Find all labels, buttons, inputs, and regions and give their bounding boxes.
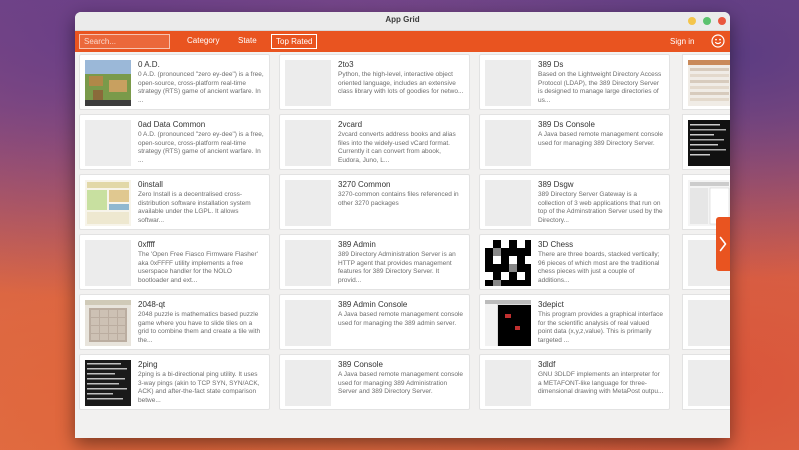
app-card[interactable]: 389 Console A Java based remote manageme… bbox=[279, 354, 470, 410]
app-card[interactable]: 0 A.D. 0 A.D. (pronounced "zero ey-dee")… bbox=[79, 54, 270, 110]
app-name: 389 Dsgw bbox=[538, 180, 574, 189]
app-card[interactable]: 3dldf GNU 3DLDF implements an interprete… bbox=[479, 354, 670, 410]
app-thumbnail bbox=[85, 360, 131, 406]
app-card-partial[interactable] bbox=[682, 114, 730, 170]
app-thumbnail bbox=[688, 300, 730, 346]
app-name: 389 Admin Console bbox=[338, 300, 408, 309]
app-name: 0xffff bbox=[138, 240, 155, 249]
app-description: 2048 puzzle is mathematics based puzzle … bbox=[138, 311, 261, 344]
next-page-button[interactable] bbox=[716, 217, 730, 271]
app-name: 2vcard bbox=[338, 120, 363, 129]
app-description: GNU 3DLDF implements an interpreter for … bbox=[538, 371, 664, 395]
app-description: 0 A.D. (pronounced "zero ey-dee") is a f… bbox=[138, 131, 264, 164]
app-thumbnail bbox=[85, 300, 131, 346]
category-button[interactable]: Category bbox=[183, 34, 223, 49]
app-name: 389 Console bbox=[338, 360, 383, 369]
smiley-icon[interactable] bbox=[711, 34, 725, 48]
app-thumbnail bbox=[85, 240, 131, 286]
app-card[interactable]: 2to3 Python, the high-level, interactive… bbox=[279, 54, 470, 110]
app-card[interactable]: 389 Ds Console A Java based remote manag… bbox=[479, 114, 670, 170]
app-name: 0ad Data Common bbox=[138, 120, 206, 129]
app-description: Python, the high-level, interactive obje… bbox=[338, 71, 464, 95]
app-thumbnail bbox=[688, 120, 730, 166]
app-name: 2to3 bbox=[338, 60, 354, 69]
app-description: A Java based remote management console u… bbox=[338, 311, 464, 327]
app-card[interactable]: 389 Admin Console A Java based remote ma… bbox=[279, 294, 470, 350]
app-name: 3depict bbox=[538, 300, 564, 309]
app-name: 2ping bbox=[138, 360, 158, 369]
app-thumbnail bbox=[285, 120, 331, 166]
app-description: 389 Directory Server Gateway is a collec… bbox=[538, 191, 663, 224]
app-thumbnail bbox=[485, 120, 531, 166]
app-description: 2vcard converts address books and alias … bbox=[338, 131, 456, 164]
app-grid: 0 A.D. 0 A.D. (pronounced "zero ey-dee")… bbox=[75, 52, 730, 438]
app-thumbnail bbox=[285, 240, 331, 286]
minimize-button[interactable] bbox=[688, 17, 696, 25]
state-button[interactable]: State bbox=[234, 34, 261, 49]
app-thumbnail bbox=[688, 360, 730, 406]
app-card[interactable]: 2vcard 2vcard converts address books and… bbox=[279, 114, 470, 170]
app-thumbnail bbox=[85, 120, 131, 166]
title-bar: App Grid bbox=[75, 12, 730, 31]
app-description: Zero Install is a decentralised cross-di… bbox=[138, 191, 251, 224]
app-card[interactable]: 2048-qt 2048 puzzle is mathematics based… bbox=[79, 294, 270, 350]
app-description: The 'Open Free Fiasco Firmware Flasher' … bbox=[138, 251, 258, 284]
app-name: 3D Chess bbox=[538, 240, 574, 249]
app-description: 2ping is a bi-directional ping utility. … bbox=[138, 371, 260, 404]
app-name: 0 A.D. bbox=[138, 60, 160, 69]
sign-in-button[interactable]: Sign in bbox=[670, 35, 694, 48]
app-window: App Grid Category State Top Rated Sign i… bbox=[75, 12, 730, 438]
close-button[interactable] bbox=[718, 17, 726, 25]
app-card[interactable]: 0ad Data Common 0 A.D. (pronounced "zero… bbox=[79, 114, 270, 170]
app-thumbnail bbox=[285, 300, 331, 346]
app-thumbnail bbox=[688, 60, 730, 106]
app-card[interactable]: 389 Dsgw 389 Directory Server Gateway is… bbox=[479, 174, 670, 230]
window-title: App Grid bbox=[385, 15, 420, 24]
app-thumbnail bbox=[85, 180, 131, 226]
maximize-button[interactable] bbox=[703, 17, 711, 25]
app-description: 3270-common contains files referenced in… bbox=[338, 191, 459, 207]
app-thumbnail bbox=[485, 240, 531, 286]
app-card[interactable]: 389 Admin 389 Directory Administration S… bbox=[279, 234, 470, 290]
app-description: Based on the Lightweight Directory Acces… bbox=[538, 71, 662, 104]
chevron-right-icon bbox=[719, 236, 727, 252]
app-card[interactable]: 0xffff The 'Open Free Fiasco Firmware Fl… bbox=[79, 234, 270, 290]
app-card[interactable]: 0install Zero Install is a decentralised… bbox=[79, 174, 270, 230]
app-card[interactable]: 3D Chess There are three boards, stacked… bbox=[479, 234, 670, 290]
app-thumbnail bbox=[285, 360, 331, 406]
app-description: A Java based remote management console u… bbox=[538, 131, 664, 147]
app-name: 2048-qt bbox=[138, 300, 166, 309]
app-card[interactable]: 2ping 2ping is a bi-directional ping uti… bbox=[79, 354, 270, 410]
app-card-partial[interactable] bbox=[682, 354, 730, 410]
app-thumbnail bbox=[485, 300, 531, 346]
app-description: 0 A.D. (pronounced "zero ey-dee") is a f… bbox=[138, 71, 264, 104]
app-card[interactable]: 3depict This program provides a graphica… bbox=[479, 294, 670, 350]
app-thumbnail bbox=[285, 180, 331, 226]
app-thumbnail bbox=[285, 60, 331, 106]
top-rated-button[interactable]: Top Rated bbox=[271, 34, 318, 49]
app-name: 389 Admin bbox=[338, 240, 376, 249]
app-name: 3270 Common bbox=[338, 180, 391, 189]
app-thumbnail bbox=[85, 60, 131, 106]
app-card-partial[interactable] bbox=[682, 294, 730, 350]
app-thumbnail bbox=[485, 360, 531, 406]
app-name: 0install bbox=[138, 180, 163, 189]
app-card[interactable]: 389 Ds Based on the Lightweight Director… bbox=[479, 54, 670, 110]
app-name: 389 Ds Console bbox=[538, 120, 595, 129]
app-description: 389 Directory Administration Server is a… bbox=[338, 251, 456, 284]
app-thumbnail bbox=[485, 60, 531, 106]
app-card[interactable]: 3270 Common 3270-common contains files r… bbox=[279, 174, 470, 230]
app-description: A Java based remote management console u… bbox=[338, 371, 464, 395]
app-name: 389 Ds bbox=[538, 60, 564, 69]
app-name: 3dldf bbox=[538, 360, 556, 369]
app-thumbnail bbox=[485, 180, 531, 226]
search-input[interactable] bbox=[79, 34, 170, 49]
toolbar: Category State Top Rated Sign in bbox=[75, 31, 730, 52]
app-description: There are three boards, stacked vertical… bbox=[538, 251, 660, 284]
app-description: This program provides a graphical interf… bbox=[538, 311, 664, 344]
app-card-partial[interactable] bbox=[682, 54, 730, 110]
